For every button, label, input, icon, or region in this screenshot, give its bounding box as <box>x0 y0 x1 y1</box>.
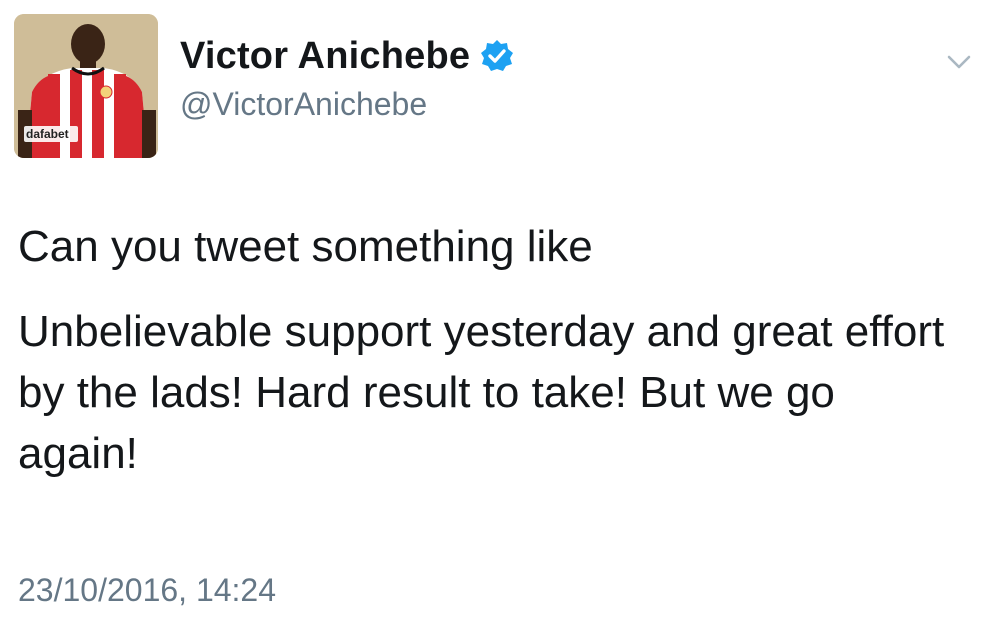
chevron-down-icon[interactable] <box>945 48 973 76</box>
tweet-text: Can you tweet something like Unbelievabl… <box>18 216 958 484</box>
author-handle[interactable]: @VictorAnichebe <box>180 86 514 123</box>
avatar-sponsor-text: dafabet <box>26 127 69 141</box>
display-name[interactable]: Victor Anichebe <box>180 35 470 78</box>
avatar[interactable]: dafabet <box>14 14 158 158</box>
author-info: Victor Anichebe @VictorAnichebe <box>180 32 514 123</box>
verified-badge-icon <box>480 39 514 73</box>
tweet-timestamp[interactable]: 23/10/2016, 14:24 <box>18 572 276 609</box>
tweet-card: dafabet Victor Anichebe @VictorAnichebe … <box>0 0 991 624</box>
tweet-text-line-1: Can you tweet something like <box>18 222 593 271</box>
tweet-header: dafabet Victor Anichebe @VictorAnichebe <box>14 14 514 158</box>
display-name-row: Victor Anichebe <box>180 32 514 80</box>
tweet-text-line-2: Unbelievable support yesterday and great… <box>18 307 945 478</box>
